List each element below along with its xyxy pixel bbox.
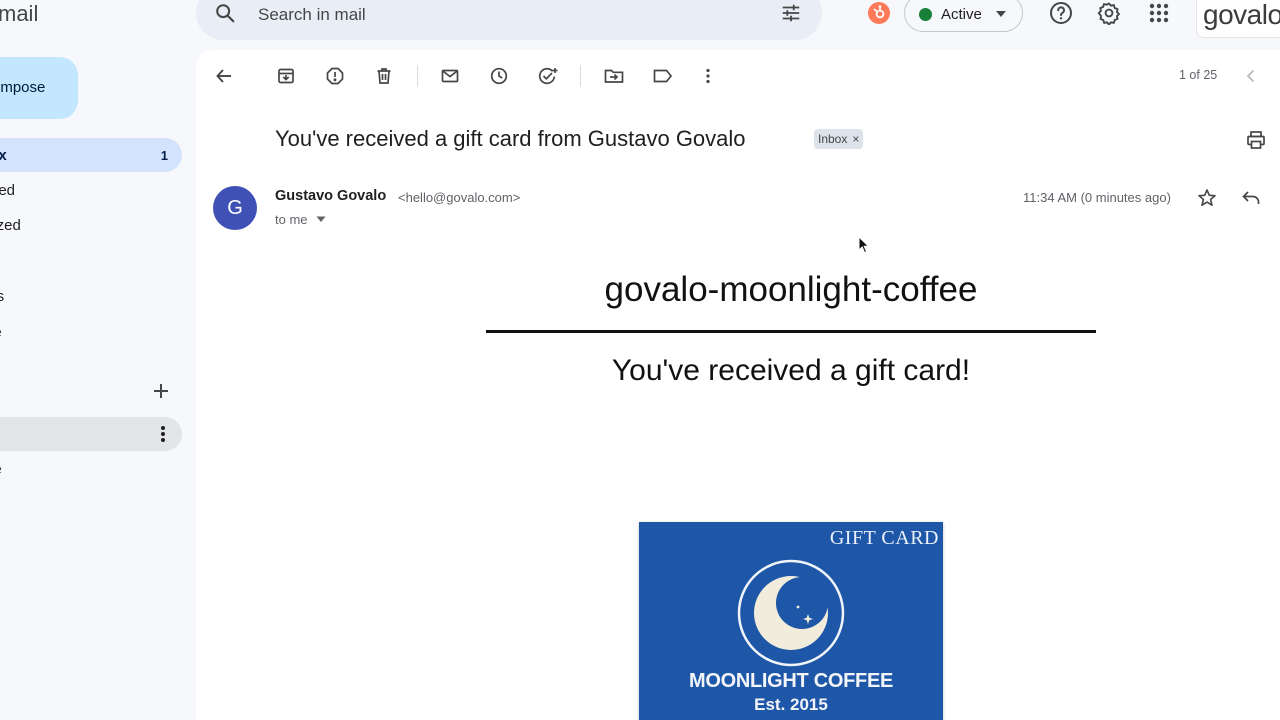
search-input[interactable]: Search in mail xyxy=(258,5,366,25)
help-icon[interactable] xyxy=(1049,1,1073,25)
tune-icon[interactable] xyxy=(780,2,802,24)
archive-icon[interactable] xyxy=(277,67,295,85)
star-icon[interactable] xyxy=(1197,188,1217,208)
email-subject: You've received a gift card from Gustavo… xyxy=(275,126,746,151)
more-vert-icon[interactable] xyxy=(154,424,172,444)
move-to-icon[interactable] xyxy=(604,67,624,85)
email-brand-title: govalo-moonlight-coffee xyxy=(604,270,978,309)
status-dot xyxy=(919,8,932,21)
brand-logo-text: govalo xyxy=(1203,0,1280,30)
sidebar-item-label: oozed xyxy=(0,217,21,234)
more-vert-icon[interactable] xyxy=(699,67,717,85)
sender-email: <hello@govalo.com> xyxy=(398,190,521,205)
compose-label: ompose xyxy=(0,79,46,96)
print-icon[interactable] xyxy=(1246,130,1266,150)
recipient-line: to me xyxy=(275,212,308,227)
back-icon[interactable] xyxy=(215,67,233,85)
remove-label-icon[interactable]: × xyxy=(852,132,859,146)
reply-icon[interactable] xyxy=(1241,188,1261,208)
sidebar-label-vault[interactable]: ult xyxy=(0,417,182,451)
sidebar-item-label: box xyxy=(0,147,7,164)
settings-icon[interactable] xyxy=(1097,1,1121,25)
inbox-chip-label: Inbox xyxy=(818,132,848,146)
status-label: Active xyxy=(941,6,982,23)
status-selector[interactable]: Active xyxy=(904,0,1023,32)
sidebar-item-inbox[interactable]: box 1 xyxy=(0,138,182,172)
compose-button[interactable]: ompose xyxy=(0,57,78,119)
snooze-icon[interactable] xyxy=(490,67,508,85)
gift-card-label: GIFT CARD xyxy=(829,527,939,549)
hubspot-icon[interactable] xyxy=(868,2,890,24)
apps-icon[interactable] xyxy=(1147,1,1171,25)
sidebar-item-label: ore xyxy=(0,324,2,341)
unread-count: 1 xyxy=(160,148,168,163)
message-panel: 1 of 25 You've received a gift card from… xyxy=(196,50,1280,720)
sidebar-item-snoozed[interactable]: oozed xyxy=(0,208,182,242)
add-task-icon[interactable] xyxy=(538,67,558,85)
delete-icon[interactable] xyxy=(375,67,393,85)
app-name[interactable]: mail xyxy=(0,0,38,30)
gift-card-image[interactable]: GIFT CARD MOONLIGHT COFFEE Est. 2015 xyxy=(639,522,943,720)
account-brand-logo[interactable]: govalo xyxy=(1196,0,1280,38)
sidebar-item-starred[interactable]: arred xyxy=(0,173,182,207)
sidebar-item-more[interactable]: ore xyxy=(0,315,182,349)
chevron-left-icon[interactable] xyxy=(1242,67,1260,85)
gift-card-shop-name: MOONLIGHT COFFEE xyxy=(688,670,894,692)
sidebar-item-label: arred xyxy=(0,182,16,199)
moon-icon xyxy=(736,558,846,668)
label-icon[interactable] xyxy=(653,67,673,85)
toolbar-divider xyxy=(580,65,581,87)
sidebar-label-more[interactable]: ore xyxy=(0,452,182,486)
divider xyxy=(486,330,1096,333)
pagination-text: 1 of 25 xyxy=(1179,68,1218,82)
mark-unread-icon[interactable] xyxy=(441,67,459,85)
search-bar[interactable]: Search in mail xyxy=(196,0,822,40)
report-spam-icon[interactable] xyxy=(326,67,344,85)
plus-icon[interactable] xyxy=(150,380,172,402)
toolbar-divider xyxy=(417,65,418,87)
sidebar-item-sent[interactable]: nt xyxy=(0,243,182,277)
inbox-label-chip[interactable]: Inbox × xyxy=(814,129,864,149)
chevron-down-icon xyxy=(995,10,1007,18)
gift-card-established: Est. 2015 xyxy=(754,695,828,714)
sender-avatar[interactable]: G xyxy=(213,186,257,230)
mouse-pointer-icon xyxy=(858,236,870,254)
message-timestamp: 11:34 AM (0 minutes ago) xyxy=(1023,190,1171,205)
sender-name[interactable]: Gustavo Govalo xyxy=(275,188,386,204)
sidebar-item-drafts[interactable]: afts xyxy=(0,279,182,313)
chevron-down-icon[interactable] xyxy=(316,216,326,223)
sidebar-item-label: afts xyxy=(0,288,5,305)
gift-heading: You've received a gift card! xyxy=(611,354,971,387)
sidebar-item-label: ore xyxy=(0,461,2,478)
search-icon[interactable] xyxy=(214,2,236,24)
